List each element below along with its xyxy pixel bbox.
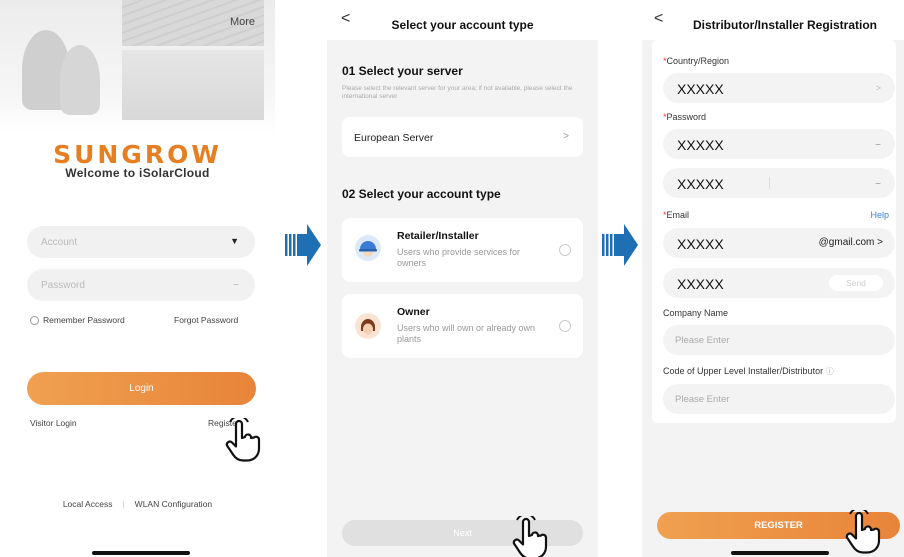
owner-avatar-icon: [355, 313, 381, 339]
account-type-screen: < Select your account type 01 Select you…: [327, 0, 598, 557]
flow-arrow-icon: [285, 224, 321, 266]
remember-label: Remember Password: [43, 315, 125, 325]
password-label: *Password: [663, 112, 707, 122]
nav-bar: < Distributor/Installer Registration: [642, 0, 904, 40]
page-title: Distributor/Installer Registration: [692, 18, 878, 32]
country-select[interactable]: XXXXX >: [663, 73, 895, 103]
confirm-password-field[interactable]: XXXXX ⌣: [663, 168, 895, 198]
login-button[interactable]: Login: [27, 372, 256, 405]
tap-hand-icon: [845, 510, 881, 554]
tap-hand-icon: [512, 516, 548, 557]
upper-level-code-placeholder: Please Enter: [675, 394, 730, 405]
server-heading: 01 Select your server: [342, 64, 463, 78]
radio-icon[interactable]: [30, 315, 39, 325]
company-label: Company Name: [663, 308, 729, 318]
worker-silhouette: [60, 45, 100, 115]
option-retailer-installer[interactable]: Retailer/Installer Users who provide ser…: [342, 218, 583, 282]
separator: |: [122, 499, 125, 509]
hero-image: More: [0, 0, 275, 135]
sungrow-logo: SUNGROW: [53, 140, 222, 169]
company-placeholder: Please Enter: [675, 335, 730, 346]
account-type-heading: 02 Select your account type: [342, 187, 501, 201]
cursor: [769, 177, 770, 189]
country-label: *Country/Region: [663, 56, 730, 66]
nav-bar: < Select your account type: [327, 0, 598, 40]
help-link[interactable]: Help: [870, 210, 889, 220]
option-owner[interactable]: Owner Users who will own or already own …: [342, 294, 583, 358]
verification-code-field[interactable]: XXXXX Send: [663, 268, 895, 298]
registration-screen: < Distributor/Installer Registration *Co…: [642, 0, 904, 557]
local-access-link[interactable]: Local Access: [63, 499, 113, 509]
flow-arrow-icon: [602, 224, 638, 266]
upper-level-code-input[interactable]: Please Enter: [663, 384, 895, 414]
confirm-password-value: XXXXX: [677, 176, 724, 192]
visitor-login-link[interactable]: Visitor Login: [30, 418, 77, 428]
footer-links: Local Access | WLAN Configuration: [0, 499, 275, 509]
company-name-input[interactable]: Please Enter: [663, 325, 895, 355]
option-title: Retailer/Installer: [397, 230, 479, 242]
email-domain: @gmail.com: [818, 237, 875, 248]
password-value: XXXXX: [677, 137, 724, 153]
more-link[interactable]: More: [230, 16, 255, 28]
forgot-password-link[interactable]: Forgot Password: [174, 315, 238, 325]
dropdown-icon[interactable]: ▼: [230, 236, 239, 246]
password-input[interactable]: Password ⌣: [27, 269, 255, 301]
info-icon: ⓘ: [825, 367, 834, 376]
account-input[interactable]: Account ▼: [27, 226, 255, 258]
option-title: Owner: [397, 306, 430, 318]
server-value: European Server: [354, 132, 434, 144]
option-description: Users who will own or already own plants: [397, 323, 536, 344]
remember-password-checkbox[interactable]: Remember Password: [30, 315, 125, 325]
wlan-configuration-link[interactable]: WLAN Configuration: [135, 499, 212, 509]
password-field[interactable]: XXXXX ⌣: [663, 129, 895, 159]
page-title: Select your account type: [391, 18, 534, 32]
email-label: *Email: [663, 210, 690, 220]
server-select[interactable]: European Server >: [342, 117, 583, 157]
password-placeholder: Password: [41, 280, 85, 291]
account-placeholder: Account: [41, 237, 78, 248]
eye-closed-icon[interactable]: ⌣: [875, 178, 881, 189]
back-icon[interactable]: <: [654, 10, 663, 28]
welcome-text: Welcome to iSolarCloud: [65, 166, 210, 180]
login-screen: More SUNGROW Welcome to iSolarCloud Acco…: [0, 0, 275, 557]
home-indicator: [92, 551, 190, 555]
radio-icon[interactable]: [559, 244, 571, 256]
radio-icon[interactable]: [559, 320, 571, 332]
server-hint: Please select the relevant server for yo…: [342, 85, 573, 100]
chevron-right-icon: >: [875, 83, 881, 93]
email-field[interactable]: XXXXX @gmail.com >: [663, 228, 895, 258]
installer-helmet-icon: [355, 235, 381, 261]
chevron-right-icon: >: [563, 131, 569, 142]
send-code-button[interactable]: Send: [829, 275, 883, 291]
tap-hand-icon: [225, 418, 261, 462]
option-description: Users who provide services for owners: [397, 247, 521, 268]
eye-closed-icon[interactable]: ⌣: [233, 279, 239, 290]
solar-field-image: [122, 50, 264, 120]
upper-level-code-label: Code of Upper Level Installer/Distributo…: [663, 366, 834, 376]
country-value: XXXXX: [677, 81, 724, 97]
verification-code-value: XXXXX: [677, 276, 724, 292]
email-value: XXXXX: [677, 236, 724, 252]
email-domain-select[interactable]: @gmail.com >: [819, 237, 883, 248]
eye-closed-icon[interactable]: ⌣: [875, 139, 881, 150]
home-indicator: [731, 551, 829, 555]
